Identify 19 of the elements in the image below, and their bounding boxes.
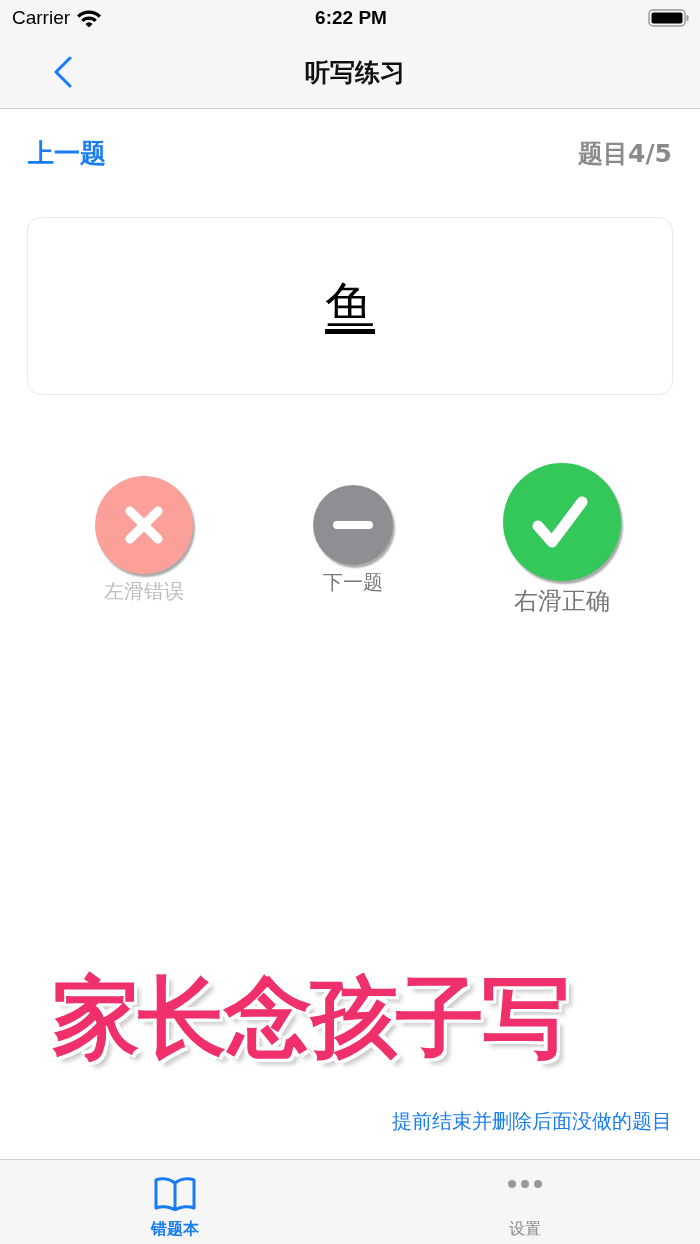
cross-icon	[125, 505, 163, 544]
wifi-icon	[76, 9, 103, 27]
book-icon	[154, 1175, 196, 1211]
minus-icon	[333, 519, 373, 530]
action-label: 左滑错误	[104, 577, 184, 605]
word-text: 鱼	[325, 275, 375, 337]
action-label: 下一题	[323, 568, 383, 596]
carrier-label: Carrier	[12, 7, 71, 29]
banner-text: 家长念孩子写	[51, 965, 569, 1071]
action-label: 右滑正确	[514, 586, 610, 617]
nav-title: 听写练习	[305, 56, 405, 89]
end-early-link[interactable]: 提前结束并删除后面没做的题目	[392, 1108, 672, 1135]
time-label: 6:22 PM	[315, 7, 387, 29]
tab[interactable]: 设置	[350, 1160, 700, 1244]
previous-link[interactable]: 上一题	[28, 135, 106, 171]
tab[interactable]: 错题本	[0, 1160, 350, 1244]
progress-label: 题目4/5	[578, 137, 672, 170]
more-icon	[507, 1179, 543, 1189]
battery-icon	[648, 8, 690, 28]
